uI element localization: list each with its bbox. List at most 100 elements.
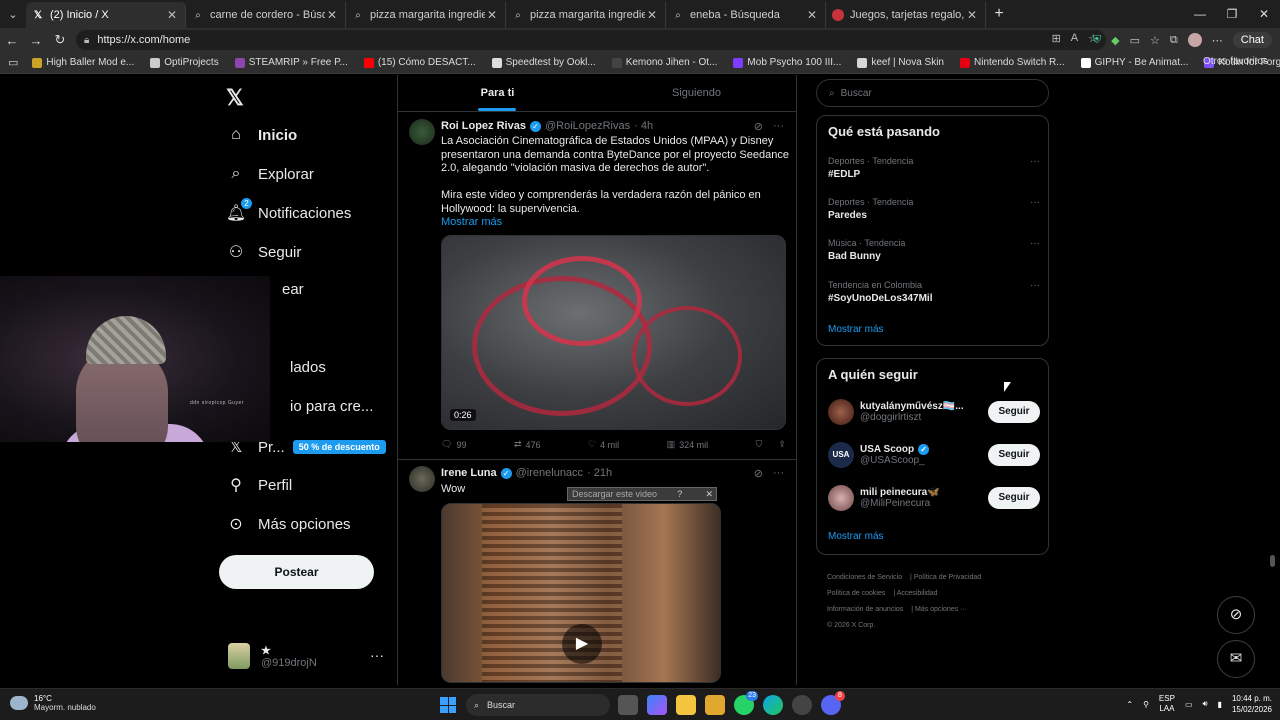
trends-show-more-link[interactable]: Mostrar más <box>828 324 884 335</box>
nav-item-home[interactable]: ⌂ Inicio <box>226 125 297 145</box>
close-icon[interactable]: ✕ <box>165 8 179 22</box>
play-icon[interactable]: ▶ <box>562 624 602 664</box>
footer-link[interactable]: Información de anuncios <box>827 606 903 613</box>
more-icon[interactable]: ··· <box>1030 197 1040 208</box>
extension-icon[interactable]: ◆ <box>1111 34 1119 47</box>
close-icon[interactable]: ✕ <box>702 489 716 500</box>
scrollbar-thumb[interactable] <box>1270 555 1275 567</box>
reload-icon[interactable]: ↻ <box>48 32 72 48</box>
author-name[interactable]: Irene Luna <box>441 467 497 479</box>
tweet-video[interactable]: 0:26 <box>441 235 786 430</box>
trend-item[interactable]: Deportes · Tendencia #EDLP ··· <box>828 156 1040 180</box>
bookmark-item[interactable]: Mob Psycho 100 III... <box>733 57 841 68</box>
minimize-icon[interactable]: — <box>1184 0 1216 28</box>
x-logo-icon[interactable]: 𝕏 <box>226 85 244 111</box>
author-name[interactable]: Roi Lopez Rivas <box>441 120 526 132</box>
trend-item[interactable]: Música · Tendencia Bad Bunny ··· <box>828 238 1040 262</box>
windows-start-icon[interactable] <box>440 697 456 713</box>
show-more-link[interactable]: Mostrar más <box>441 216 789 230</box>
apps-icon[interactable]: ⊞ <box>1052 32 1061 45</box>
copilot-chat-button[interactable]: Chat <box>1232 32 1272 48</box>
forward-icon[interactable]: → <box>24 33 48 48</box>
share-icon[interactable]: ⇪ <box>778 439 786 450</box>
download-video-bar[interactable]: Descargar este video ? ✕ <box>567 487 717 501</box>
views-button[interactable]: ▥ 324 mil <box>667 439 709 450</box>
follow-button[interactable]: Seguir <box>988 444 1040 466</box>
more-icon[interactable]: ··· <box>370 647 384 663</box>
nav-item-profile[interactable]: ⚲ Perfil <box>226 475 292 495</box>
bookmark-item[interactable]: keef | Nova Skin <box>857 57 944 68</box>
bookmark-item[interactable]: Nintendo Switch R... <box>960 57 1065 68</box>
collections-icon[interactable]: ⧉ <box>1170 34 1178 47</box>
trend-item[interactable]: Tendencia en Colombia #SoyUnoDeLos347Mil… <box>828 280 1040 304</box>
tab-following[interactable]: Siguiendo <box>597 75 796 111</box>
close-icon[interactable]: ✕ <box>325 8 339 22</box>
footer-link[interactable]: Condiciones de Servicio <box>827 574 902 581</box>
close-icon[interactable]: ✕ <box>645 8 659 22</box>
follow-button[interactable]: Seguir <box>988 487 1040 509</box>
edge-icon[interactable] <box>763 695 783 715</box>
close-icon[interactable]: ✕ <box>965 8 979 22</box>
tab-for-you[interactable]: Para ti <box>398 75 597 111</box>
tab-actions-menu[interactable]: ⌄ <box>0 0 26 28</box>
close-icon[interactable]: ✕ <box>805 8 819 22</box>
grok-fab-button[interactable]: ⊘ <box>1217 596 1255 634</box>
bookmark-item[interactable]: Speedtest by Ookl... <box>491 57 596 68</box>
close-icon[interactable]: ✕ <box>485 8 499 22</box>
shield-icon[interactable]: ⛨ <box>1093 34 1101 47</box>
page-scrollbar[interactable] <box>1270 75 1275 685</box>
favorites-icon[interactable]: ☆ <box>1150 34 1160 47</box>
messages-fab-button[interactable]: ✉ <box>1217 640 1255 678</box>
tab-search-eneba[interactable]: ⌕ eneba - Búsqueda ✕ <box>666 2 826 28</box>
split-screen-icon[interactable]: ▭ <box>1130 34 1140 47</box>
profile-avatar[interactable] <box>1187 33 1202 47</box>
more-icon[interactable]: ··· <box>773 120 784 133</box>
url-field[interactable]: 🔒︎ https://x.com/home ⊞ A ☆ <box>76 30 1106 50</box>
nav-item-follow[interactable]: ⚇ Seguir <box>226 242 302 262</box>
discord-icon[interactable]: 8 <box>821 691 845 715</box>
chevron-up-icon[interactable]: ⌃ <box>1126 700 1133 709</box>
bookmark-item[interactable]: (15) Cómo DESACT... <box>363 57 476 68</box>
clock[interactable]: 10:44 p. m. 15/02/2026 <box>1232 693 1272 715</box>
reply-button[interactable]: 🗨︎ 99 <box>441 439 466 450</box>
bookmark-item[interactable]: Kemono Jihen - Ot... <box>611 57 717 68</box>
sticky-notes-icon[interactable] <box>676 695 696 715</box>
more-icon[interactable]: ··· <box>773 467 784 480</box>
tweet[interactable]: Roi Lopez Rivas ✓ @RoiLopezRivas · 4h ⊘ … <box>398 113 796 459</box>
more-icon[interactable]: ⋯ <box>1212 34 1223 47</box>
follow-suggestion[interactable]: USA USA Scoop ✓ @USAScoop_ Seguir <box>828 440 1040 470</box>
more-icon[interactable]: ··· <box>1030 156 1040 167</box>
close-window-icon[interactable]: ✕ <box>1248 0 1280 28</box>
display-icon[interactable]: ▭ <box>1185 700 1193 709</box>
author-handle[interactable]: @RoiLopezRivas <box>545 120 630 132</box>
read-aloud-icon[interactable]: A <box>1071 32 1078 45</box>
tab-search-cordero[interactable]: ⌕ carne de cordero - Búsqueda Imá ✕ <box>186 2 346 28</box>
post-button[interactable]: Postear <box>219 555 374 589</box>
account-switcher[interactable]: ★ @919drojN ··· <box>228 639 384 673</box>
bookmark-item[interactable]: High Baller Mod e... <box>32 57 134 68</box>
tab-search-pizza-2[interactable]: ⌕ pizza margarita ingredientes - Bús ✕ <box>506 2 666 28</box>
follow-suggestion[interactable]: kutyalányművész🏳️‍⚧️... @doggirlrtiszt S… <box>828 397 1040 427</box>
back-icon[interactable]: ← <box>0 33 24 48</box>
bookmark-item[interactable]: STEAMRIP » Free P... <box>234 57 348 68</box>
taskbar-search[interactable]: ⌕ Buscar <box>466 694 610 716</box>
bookmark-item[interactable]: OptiProjects <box>150 57 219 68</box>
nav-item-more[interactable]: ⊙ Más opciones <box>226 514 350 534</box>
grok-icon[interactable]: ⊘ <box>754 120 763 133</box>
other-bookmarks-folder[interactable]: Otros favoritos <box>1203 56 1268 67</box>
follow-button[interactable]: Seguir <box>988 401 1040 423</box>
volume-icon[interactable]: 🔊︎ <box>1203 699 1208 709</box>
follow-show-more-link[interactable]: Mostrar más <box>828 531 884 542</box>
tab-search-pizza-1[interactable]: ⌕ pizza margarita ingredientes - Bús ✕ <box>346 2 506 28</box>
bookmark-item[interactable]: GIPHY - Be Animat... <box>1080 57 1188 68</box>
restore-icon[interactable]: ❐ <box>1216 0 1248 28</box>
more-icon[interactable]: ··· <box>1030 238 1040 249</box>
language-indicator[interactable]: ESP LAA <box>1159 694 1175 714</box>
tweet-time[interactable]: · 21h <box>587 467 612 479</box>
tweet-video[interactable]: ▶ <box>441 503 721 683</box>
copilot-icon[interactable] <box>647 695 667 715</box>
footer-link[interactable]: Accesibilidad <box>897 590 938 597</box>
steam-icon[interactable] <box>792 695 812 715</box>
footer-link[interactable]: Más opciones ··· <box>915 606 967 613</box>
nav-item-explore[interactable]: ⌕ Explorar <box>226 164 314 184</box>
